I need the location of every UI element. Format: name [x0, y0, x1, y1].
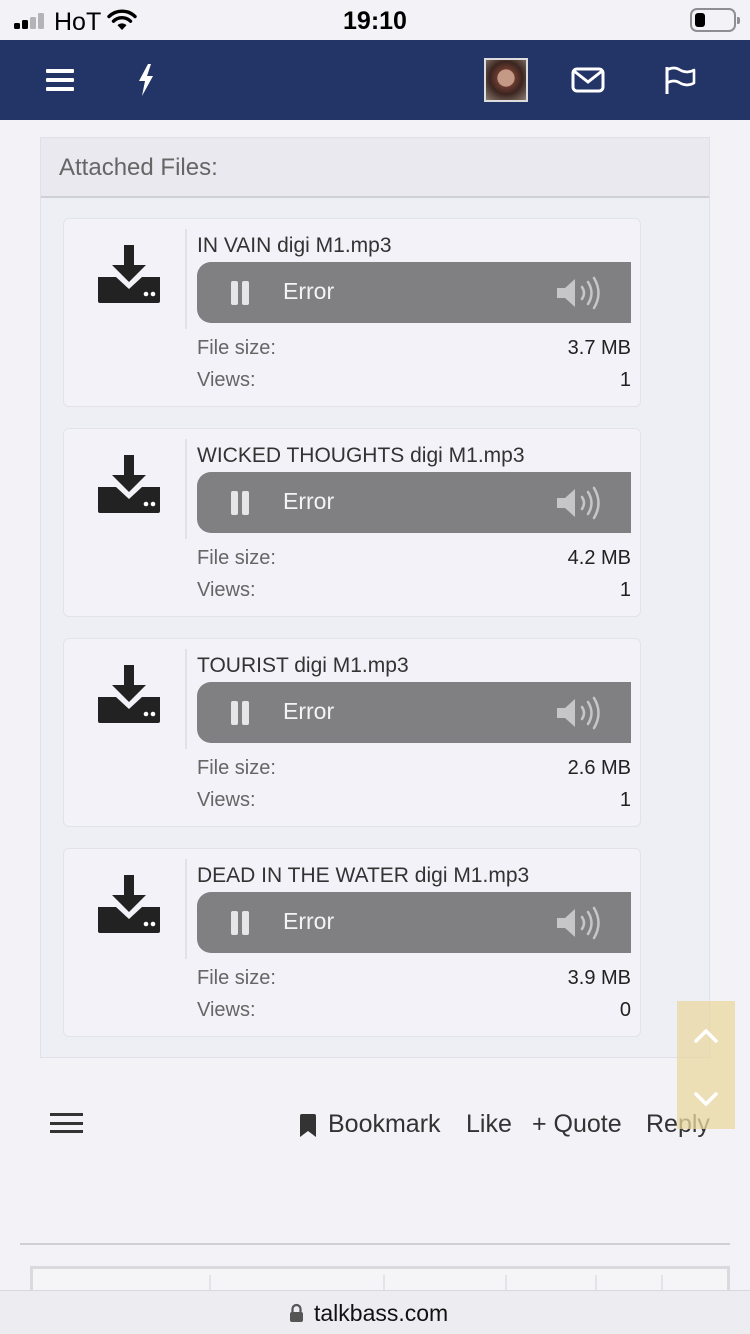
views-row: Views: 1: [197, 579, 631, 602]
file-size-label: File size:: [197, 547, 276, 569]
attachment-card: TOURIST digi M1.mp3 Error File size: 2.6…: [63, 638, 641, 827]
card-divider: [185, 439, 187, 539]
file-size-row: File size: 3.9 MB: [197, 967, 631, 990]
flag-icon[interactable]: [660, 40, 700, 120]
attached-files-heading: Attached Files:: [41, 138, 709, 198]
player-status: Error: [283, 278, 335, 304]
file-size-label: File size:: [197, 337, 276, 359]
status-bar: HoT 19:10: [0, 0, 750, 40]
views-label: Views:: [197, 579, 256, 601]
pause-icon[interactable]: [231, 491, 249, 515]
audio-player[interactable]: Error: [197, 892, 631, 953]
volume-icon[interactable]: [555, 486, 605, 520]
scroll-down-icon[interactable]: [694, 1091, 718, 1107]
attachment-card: DEAD IN THE WATER digi M1.mp3 Error File…: [63, 848, 641, 1037]
url-domain[interactable]: talkbass.com: [314, 1300, 448, 1327]
battery-icon: [690, 8, 740, 32]
download-icon[interactable]: [98, 665, 160, 723]
file-size-row: File size: 3.7 MB: [197, 337, 631, 360]
player-status: Error: [283, 488, 335, 514]
post-menu-icon[interactable]: [50, 1113, 83, 1133]
bookmark-icon[interactable]: [299, 1114, 317, 1138]
file-size-label: File size:: [197, 757, 276, 779]
volume-icon[interactable]: [555, 276, 605, 310]
lock-icon: [290, 1303, 303, 1322]
card-divider: [185, 649, 187, 749]
file-size-value: 3.9 MB: [567, 967, 631, 989]
file-size-value: 4.2 MB: [567, 547, 631, 569]
download-icon[interactable]: [98, 245, 160, 303]
file-name[interactable]: WICKED THOUGHTS digi M1.mp3: [197, 444, 525, 468]
browser-url-bar[interactable]: talkbass.com: [0, 1290, 750, 1334]
quote-button[interactable]: + Quote: [532, 1110, 622, 1139]
card-divider: [185, 229, 187, 329]
views-value: 0: [619, 999, 631, 1021]
views-value: 1: [619, 579, 631, 601]
bolt-icon[interactable]: [126, 40, 166, 120]
attachment-card: IN VAIN digi M1.mp3 Error File size: 3.7…: [63, 218, 641, 407]
status-time: 19:10: [343, 7, 407, 35]
file-name[interactable]: DEAD IN THE WATER digi M1.mp3: [197, 864, 529, 888]
audio-player[interactable]: Error: [197, 682, 631, 743]
pause-icon[interactable]: [231, 281, 249, 305]
audio-player[interactable]: Error: [197, 472, 631, 533]
views-row: Views: 0: [197, 999, 631, 1022]
views-label: Views:: [197, 789, 256, 811]
section-divider: [20, 1243, 730, 1245]
player-status: Error: [283, 698, 335, 724]
file-size-row: File size: 4.2 MB: [197, 547, 631, 570]
views-value: 1: [619, 789, 631, 811]
card-divider: [185, 859, 187, 959]
bookmark-button[interactable]: Bookmark: [328, 1110, 441, 1139]
volume-icon[interactable]: [555, 696, 605, 730]
like-button[interactable]: Like: [466, 1110, 512, 1139]
views-row: Views: 1: [197, 369, 631, 392]
scroll-controls: [677, 1001, 735, 1129]
avatar[interactable]: [484, 58, 528, 102]
file-size-value: 3.7 MB: [567, 337, 631, 359]
menu-icon[interactable]: [30, 40, 90, 120]
views-value: 1: [619, 369, 631, 391]
pause-icon[interactable]: [231, 911, 249, 935]
file-size-row: File size: 2.6 MB: [197, 757, 631, 780]
attachment-card: WICKED THOUGHTS digi M1.mp3 Error File s…: [63, 428, 641, 617]
views-row: Views: 1: [197, 789, 631, 812]
download-icon[interactable]: [98, 455, 160, 513]
file-size-label: File size:: [197, 967, 276, 989]
pause-icon[interactable]: [231, 701, 249, 725]
top-navbar: [0, 40, 750, 120]
player-status: Error: [283, 908, 335, 934]
download-icon[interactable]: [98, 875, 160, 933]
views-label: Views:: [197, 369, 256, 391]
audio-player[interactable]: Error: [197, 262, 631, 323]
mail-icon[interactable]: [566, 40, 610, 120]
file-name[interactable]: IN VAIN digi M1.mp3: [197, 234, 392, 258]
scroll-up-icon[interactable]: [694, 1028, 718, 1044]
file-size-value: 2.6 MB: [567, 757, 631, 779]
views-label: Views:: [197, 999, 256, 1021]
file-name[interactable]: TOURIST digi M1.mp3: [197, 654, 409, 678]
attached-files-block: Attached Files: IN VAIN digi M1.mp3 Erro…: [40, 137, 710, 1058]
volume-icon[interactable]: [555, 906, 605, 940]
